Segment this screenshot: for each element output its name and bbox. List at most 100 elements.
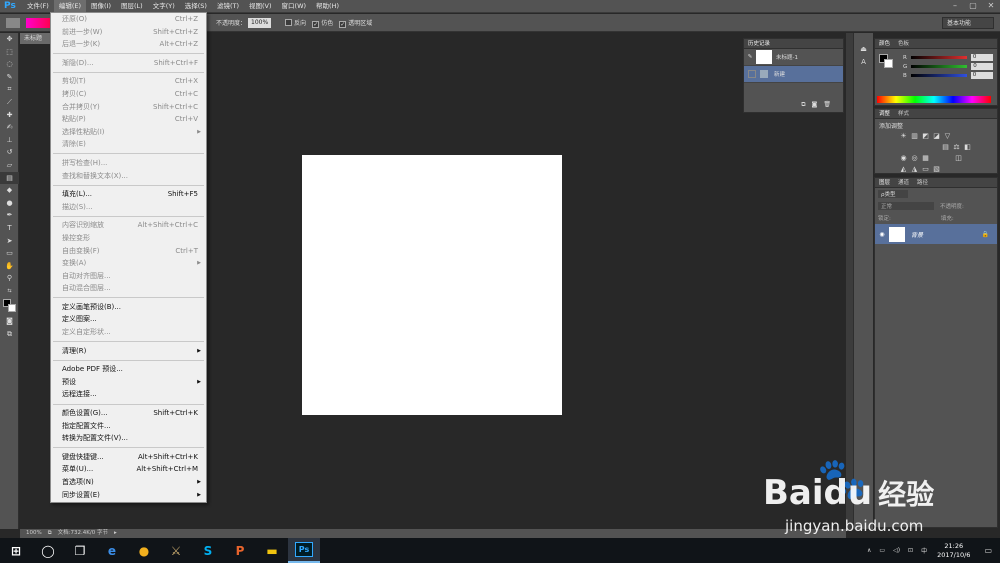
wps-app[interactable]: P <box>224 538 256 563</box>
edit-menu-item[interactable]: 自动对齐图层... <box>51 270 206 283</box>
channel-slider[interactable] <box>911 65 968 68</box>
lol-app[interactable]: ⚔ <box>160 538 192 563</box>
workspace-select[interactable]: 基本功能 <box>942 17 994 29</box>
lasso-tool-icon[interactable]: ◌ <box>0 58 19 71</box>
layers-tab[interactable]: 图层 <box>875 179 894 188</box>
threshold-icon[interactable]: ◮ <box>910 165 919 174</box>
color-tab[interactable]: 颜色 <box>875 40 894 49</box>
edit-menu-item[interactable]: 菜单(U)... Alt+Shift+Ctrl+M <box>51 463 206 476</box>
edit-menu-item[interactable]: 指定配置文件... <box>51 420 206 433</box>
edit-menu-item[interactable]: 清除(E) <box>51 138 206 151</box>
edit-menu-item[interactable]: 前进一步(W) Shift+Ctrl+Z <box>51 26 206 39</box>
start-button[interactable]: ⊞ <box>0 538 32 563</box>
edit-menu-item[interactable]: 描边(S)... <box>51 201 206 214</box>
dodge-tool-icon[interactable]: ● <box>0 197 19 210</box>
menu-file[interactable]: 文件(F) <box>22 0 54 13</box>
edit-menu-item[interactable]: 还原(O) Ctrl+Z <box>51 13 206 26</box>
edit-menu-item[interactable]: 操控变形 <box>51 232 206 245</box>
brush-tool-icon[interactable]: ✍ <box>0 121 19 134</box>
history-tab[interactable]: 历史记录 <box>744 40 774 49</box>
menu-layer[interactable]: 图层(L) <box>116 0 148 13</box>
edit-menu-item[interactable]: 合并拷贝(Y) Shift+Ctrl+C <box>51 101 206 114</box>
pen-tool-icon[interactable]: ✒ <box>0 209 19 222</box>
history-brush-icon[interactable]: ↺ <box>0 146 19 159</box>
edit-menu-item[interactable]: 预设 ▶ <box>51 376 206 389</box>
character-panel-icon[interactable]: A <box>854 56 873 69</box>
color-spectrum[interactable] <box>877 96 991 103</box>
menu-image[interactable]: 图像(I) <box>86 0 116 13</box>
edit-menu-item[interactable]: 粘贴(P) Ctrl+V <box>51 113 206 126</box>
edit-menu-item[interactable]: 内容识别缩放 Alt+Shift+Ctrl+C <box>51 219 206 232</box>
posterize-icon[interactable]: ◭ <box>899 165 908 174</box>
edit-menu-item[interactable]: 变换(A) ▶ <box>51 257 206 270</box>
channels-tab[interactable]: 通道 <box>894 179 913 188</box>
edge-app[interactable]: e <box>96 538 128 563</box>
edit-menu-item[interactable]: 颜色设置(G)... Shift+Ctrl+K <box>51 407 206 420</box>
volume-icon[interactable]: ◁) <box>893 547 900 554</box>
edit-menu-item[interactable]: 定义画笔预设(B)... <box>51 301 206 314</box>
menu-edit[interactable]: 编辑(E) <box>53 0 86 13</box>
tray-chevron-icon[interactable]: ∧ <box>867 547 871 554</box>
zoom-tool-icon[interactable]: ⚲ <box>0 272 19 285</box>
hue-sat-icon[interactable]: ▤ <box>941 143 950 152</box>
eraser-tool-icon[interactable]: ▱ <box>0 159 19 172</box>
blur-tool-icon[interactable]: ◆ <box>0 184 19 197</box>
history-snapshot[interactable]: ✎ 未标题-1 <box>744 49 843 66</box>
crop-tool-icon[interactable]: ⌗ <box>0 83 19 96</box>
ie-app[interactable]: ● <box>128 538 160 563</box>
hand-tool-icon[interactable]: ✋ <box>0 260 19 273</box>
channel-value-field[interactable]: 0 <box>970 72 993 79</box>
opacity-field[interactable]: 100% <box>248 17 272 28</box>
task-view-button[interactable]: ❐ <box>64 538 96 563</box>
blend-mode-select[interactable]: 正常 <box>878 202 934 210</box>
maximize-button[interactable]: ▢ <box>964 0 982 13</box>
styles-tab[interactable]: 样式 <box>894 110 913 119</box>
menu-view[interactable]: 视图(V) <box>244 0 277 13</box>
color-swatches[interactable] <box>0 297 19 315</box>
edit-menu-item[interactable]: 选择性粘贴(I) ▶ <box>51 126 206 139</box>
levels-icon[interactable]: ▥ <box>910 132 919 141</box>
brightness-icon[interactable]: ☀ <box>899 132 908 141</box>
screen-mode-icon[interactable]: ⧉ <box>0 328 19 341</box>
explorer-app[interactable]: ▬ <box>256 538 288 563</box>
edit-menu-item[interactable]: 查找和替换文本(X)... <box>51 170 206 183</box>
background-color[interactable] <box>8 304 16 313</box>
ime-indicator[interactable]: 中 <box>921 546 927 555</box>
bg-color-chip[interactable] <box>884 59 893 68</box>
swatches-tab[interactable]: 色板 <box>894 40 913 49</box>
healing-tool-icon[interactable]: ✚ <box>0 109 19 122</box>
history-step[interactable]: 新建 <box>744 66 843 83</box>
menu-help[interactable]: 帮助(H) <box>311 0 344 13</box>
color-lookup-icon[interactable]: ▦ <box>921 154 930 163</box>
photoshop-app[interactable]: Ps <box>288 538 320 563</box>
edit-menu-item[interactable]: 定义自定形状... <box>51 326 206 339</box>
reverse-checkbox[interactable]: 反向 <box>285 18 306 27</box>
menu-select[interactable]: 选择(S) <box>180 0 212 13</box>
menu-filter[interactable]: 滤镜(T) <box>212 0 244 13</box>
gradient-tool-icon[interactable]: ▤ <box>0 171 19 185</box>
channel-value-field[interactable]: 0 <box>971 63 994 70</box>
tool-preset-icon[interactable] <box>6 17 20 28</box>
zoom-level[interactable]: 100% <box>26 529 42 538</box>
quick-mask-icon[interactable]: ◙ <box>0 315 19 328</box>
gradient-map-icon[interactable]: ▭ <box>921 165 930 174</box>
battery-icon[interactable]: ▭ <box>879 547 885 554</box>
type-tool-icon[interactable]: T <box>0 222 19 235</box>
document-canvas[interactable] <box>302 155 562 415</box>
close-button[interactable]: ✕ <box>982 0 1000 13</box>
edit-menu-item[interactable]: 键盘快捷键... Alt+Shift+Ctrl+K <box>51 451 206 464</box>
edit-menu-item[interactable]: 拼写检查(H)... <box>51 157 206 170</box>
bw-icon[interactable]: ◧ <box>963 143 972 152</box>
transparency-checkbox[interactable]: ✓ 透明区域 <box>339 18 372 28</box>
new-document-from-state-icon[interactable]: ⧉ <box>801 101 811 108</box>
selective-color-icon[interactable]: ▧ <box>932 165 941 174</box>
paths-tab[interactable]: 路径 <box>913 179 932 188</box>
quick-select-tool-icon[interactable]: ✎ <box>0 71 19 84</box>
dither-checkbox[interactable]: ✓ 仿色 <box>312 18 333 28</box>
channel-value-field[interactable]: 0 <box>970 54 993 61</box>
color-balance-icon[interactable]: ⚖ <box>952 143 961 152</box>
edit-menu-item[interactable]: 首选项(N) ▶ <box>51 476 206 489</box>
channel-slider[interactable] <box>910 74 967 77</box>
edit-menu-item[interactable]: 自由变换(F) Ctrl+T <box>51 245 206 258</box>
marquee-tool-icon[interactable]: ⬚ <box>0 46 19 59</box>
